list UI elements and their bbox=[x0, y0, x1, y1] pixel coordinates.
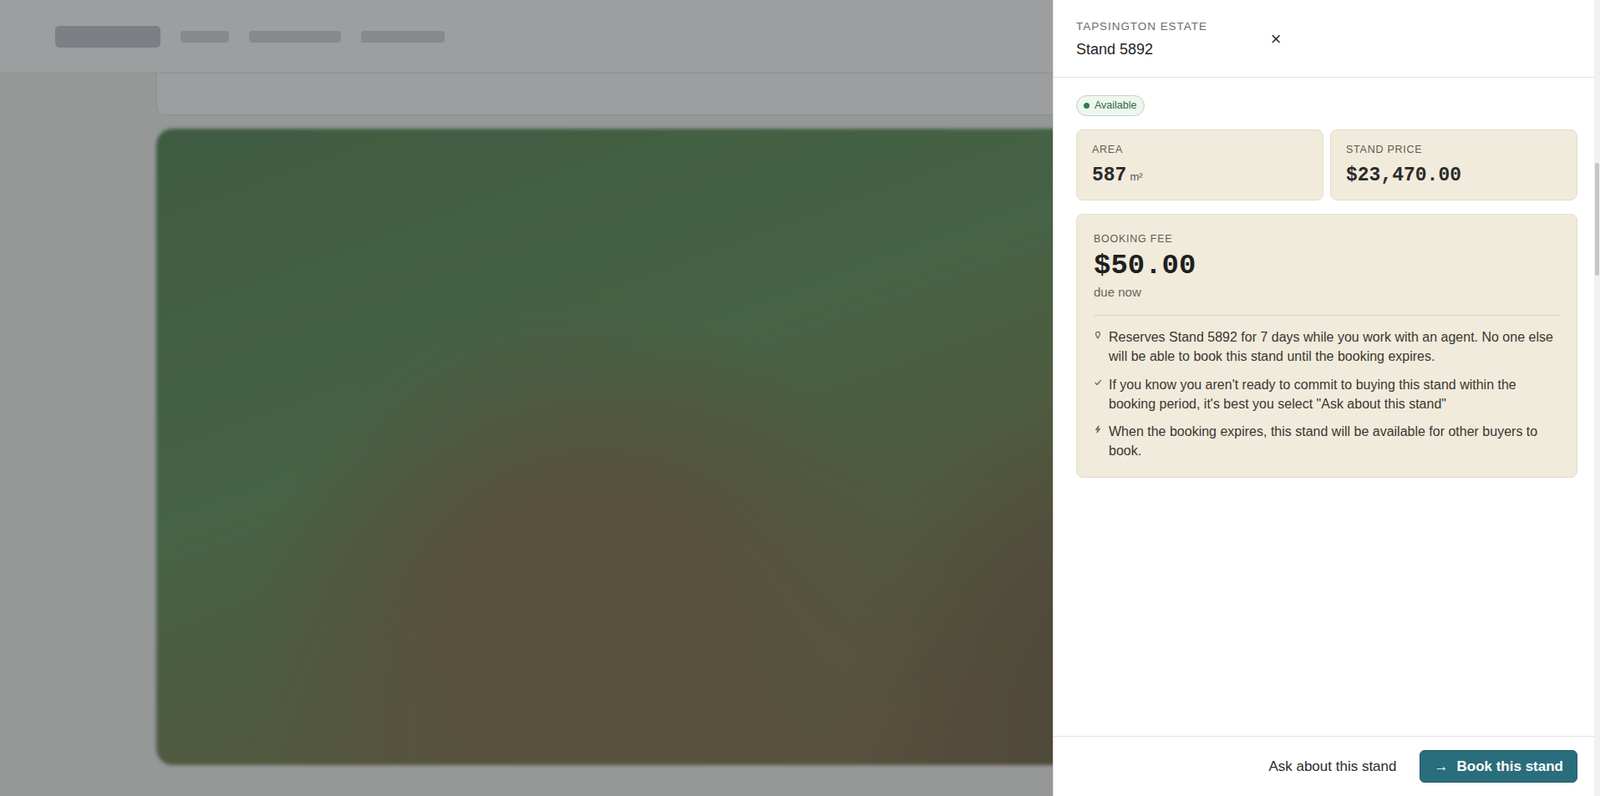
book-button[interactable]: → Book this stand bbox=[1419, 750, 1578, 784]
stat-card: STAND PRICE $23,470.00 bbox=[1330, 129, 1578, 201]
arrow-icon: → bbox=[1433, 756, 1448, 778]
estate-name: TAPSINGTON ESTATE bbox=[1076, 18, 1208, 36]
booking-point-text: Reserves Stand 5892 for 7 days while you… bbox=[1108, 327, 1560, 366]
booking-point-text: When the booking expires, this stand wil… bbox=[1108, 421, 1560, 461]
booking-point: If you know you aren't ready to commit t… bbox=[1093, 375, 1560, 414]
book-button-label: Book this stand bbox=[1456, 756, 1564, 778]
status-badge: Available bbox=[1076, 95, 1145, 117]
stat-value: $23,470.00 bbox=[1346, 161, 1562, 191]
scrollbar[interactable] bbox=[1594, 0, 1600, 796]
close-button[interactable]: × bbox=[1265, 28, 1287, 51]
booking-fee-note: due now bbox=[1093, 283, 1560, 303]
booking-point-text: If you know you aren't ready to commit t… bbox=[1108, 375, 1560, 414]
stat-unit: m² bbox=[1129, 170, 1143, 183]
stat-label: STAND PRICE bbox=[1346, 142, 1562, 158]
status-label: Available bbox=[1094, 97, 1138, 114]
booking-fee-label: BOOKING FEE bbox=[1093, 231, 1560, 248]
panel-footer: Ask about this stand → Book this stand bbox=[1053, 736, 1600, 796]
panel-titles: TAPSINGTON ESTATE Stand 5892 bbox=[1076, 18, 1208, 61]
bolt-icon bbox=[1093, 425, 1103, 434]
check-icon bbox=[1093, 378, 1103, 387]
pin-icon bbox=[1093, 330, 1103, 340]
stat-number: 587 bbox=[1092, 164, 1127, 187]
booking-point: Reserves Stand 5892 for 7 days while you… bbox=[1093, 327, 1560, 366]
booking-point: When the booking expires, this stand wil… bbox=[1093, 421, 1560, 461]
stat-value: 587m² bbox=[1092, 161, 1308, 191]
stats-row: AREA 587m² STAND PRICE $23,470.00 bbox=[1072, 122, 1581, 201]
ask-button[interactable]: Ask about this stand bbox=[1264, 751, 1400, 783]
stat-column: STAND PRICE $23,470.00 bbox=[1326, 129, 1581, 201]
stand-title: Stand 5892 bbox=[1076, 38, 1208, 61]
stat-column: AREA 587m² bbox=[1072, 129, 1327, 201]
booking-fee-card: BOOKING FEE$50.00due now Reserves Stand 5… bbox=[1076, 213, 1578, 478]
stat-number: $23,470.00 bbox=[1346, 164, 1462, 187]
divider bbox=[1093, 314, 1560, 316]
stat-label: AREA bbox=[1092, 142, 1308, 158]
scrollbar-thumb[interactable] bbox=[1594, 162, 1600, 276]
booking-fee-amount: $50.00 bbox=[1093, 248, 1560, 284]
panel-header: TAPSINGTON ESTATE Stand 5892 × bbox=[1053, 0, 1600, 78]
stand-panel: TAPSINGTON ESTATE Stand 5892 × Available ARE… bbox=[1052, 0, 1600, 796]
panel-body: Available AREA 587m² STAND PRICE $23,470.00 B… bbox=[1053, 77, 1600, 737]
status-dot bbox=[1083, 102, 1090, 109]
stat-card: AREA 587m² bbox=[1076, 129, 1324, 201]
